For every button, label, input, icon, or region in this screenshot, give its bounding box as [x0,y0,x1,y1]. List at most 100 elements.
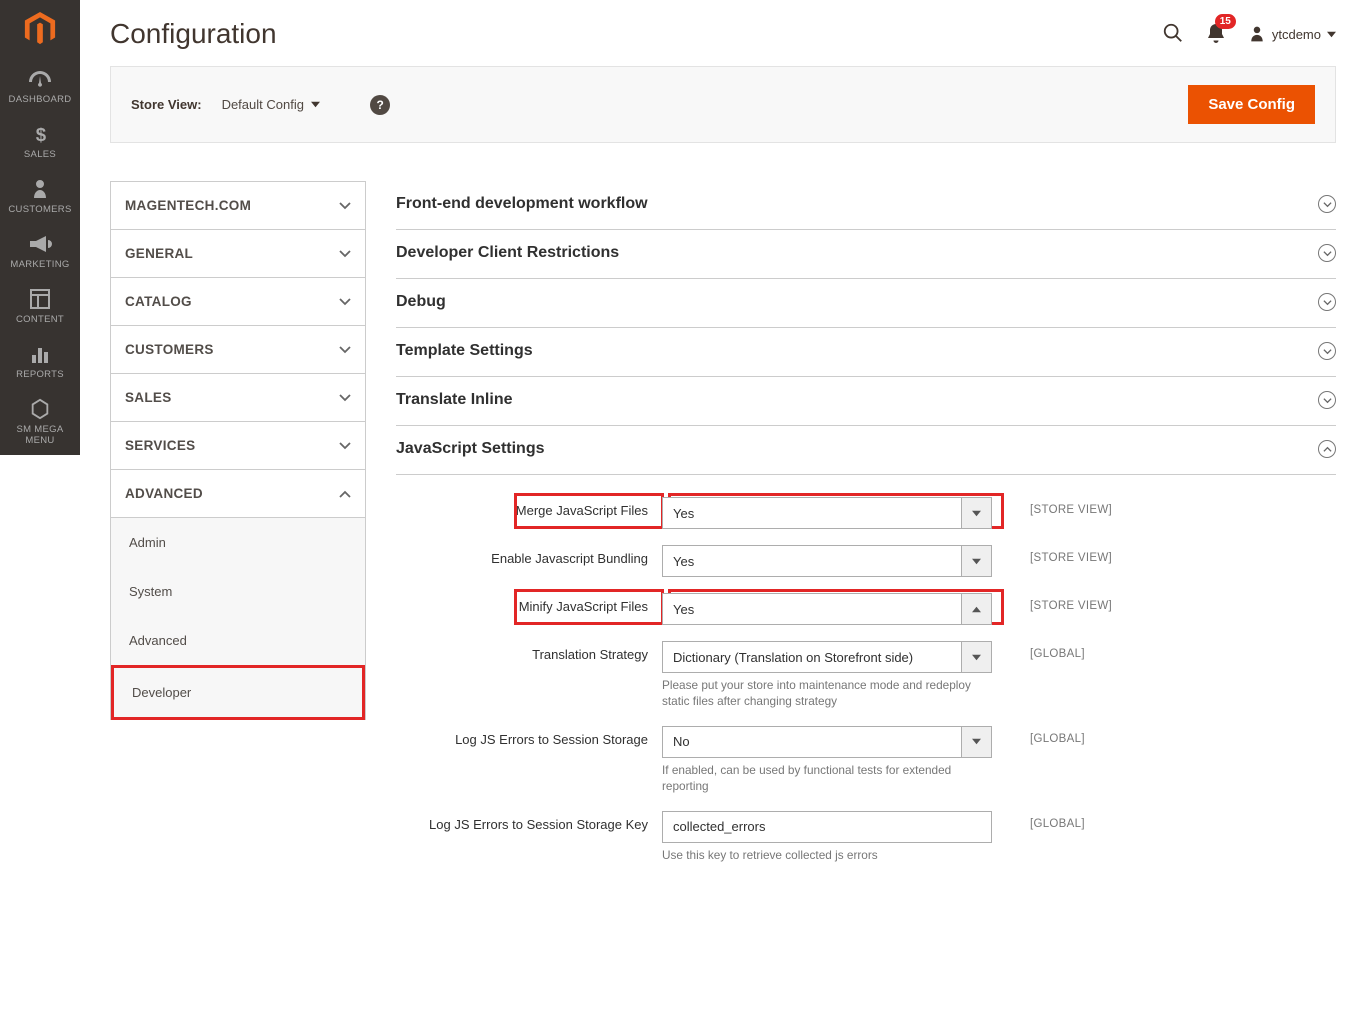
enable-bundling-select[interactable]: Yes [662,545,992,577]
notifications-button[interactable]: 15 [1206,22,1226,47]
log-js-errors-key-input-wrap [662,811,992,843]
chevron-down-icon [339,392,351,404]
admin-sidebar: DASHBOARD $ SALES CUSTOMERS MARKETING CO… [0,0,80,455]
magento-logo[interactable] [0,0,80,58]
select-value: Dictionary (Translation on Storefront si… [673,650,913,665]
nav-label: CUSTOMERS [0,204,80,215]
tab-label: ADVANCED [125,486,203,501]
tab-catalog[interactable]: CATALOG [111,278,365,326]
tab-customers[interactable]: CUSTOMERS [111,326,365,374]
section-title: Front-end development workflow [396,195,648,213]
nav-sales[interactable]: $ SALES [0,113,80,168]
user-icon [1248,25,1266,43]
section-template-settings[interactable]: Template Settings [396,328,1336,377]
nav-content[interactable]: CONTENT [0,278,80,333]
dropdown-icon [961,498,991,528]
nav-label: SM MEGAMENU [0,424,80,446]
dropdown-icon [961,546,991,576]
bars-icon [0,343,80,365]
tab-advanced[interactable]: ADVANCED [111,470,365,518]
storeview-switcher[interactable]: Default Config [222,97,321,112]
storeview-bar: Store View: Default Config ? Save Config [110,66,1336,143]
section-title: Developer Client Restrictions [396,244,619,262]
subtab-system[interactable]: System [111,567,365,616]
field-label: Translation Strategy [396,641,662,662]
nav-marketing[interactable]: MARKETING [0,223,80,278]
field-note: Please put your store into maintenance m… [662,678,992,710]
scope-label: [GLOBAL] [992,726,1085,745]
log-js-errors-key-input[interactable] [673,819,981,834]
nav-dashboard[interactable]: DASHBOARD [0,58,80,113]
scope-label: [GLOBAL] [992,811,1085,830]
section-translate-inline[interactable]: Translate Inline [396,377,1336,426]
chevron-up-icon [339,488,351,500]
search-icon [1162,22,1184,44]
person-icon [0,178,80,200]
nav-label: MARKETING [0,259,80,270]
tab-label: GENERAL [125,246,193,261]
nav-sm-mega-menu[interactable]: SM MEGAMENU [0,388,80,454]
tab-general[interactable]: GENERAL [111,230,365,278]
nav-label: REPORTS [0,369,80,380]
config-sections: Front-end development workflow Developer… [396,181,1336,880]
translation-strategy-select[interactable]: Dictionary (Translation on Storefront si… [662,641,992,673]
tab-magentech[interactable]: MAGENTECH.COM [111,182,365,230]
subtab-advanced[interactable]: Advanced [111,616,365,665]
main: Configuration 15 ytcdemo Store View: Def… [80,0,1366,880]
field-label: Merge JavaScript Files [396,497,662,518]
storeview-help[interactable]: ? [370,95,390,115]
tab-label: SERVICES [125,438,195,453]
section-title: JavaScript Settings [396,440,545,458]
chevron-down-icon [339,248,351,260]
section-client-restrictions[interactable]: Developer Client Restrictions [396,230,1336,279]
merge-js-select[interactable]: Yes [662,497,992,529]
page-title: Configuration [110,18,277,50]
expand-icon [1318,391,1336,409]
chevron-down-icon [339,200,351,212]
storeview-label: Store View: [131,97,202,112]
section-javascript-settings[interactable]: JavaScript Settings [396,426,1336,475]
field-note: Use this key to retrieve collected js er… [662,848,992,864]
row-log-js-errors: Log JS Errors to Session Storage No If e… [396,726,1336,795]
row-merge-js: Merge JavaScript Files Yes [STORE VIEW] [396,497,1336,529]
row-translation-strategy: Translation Strategy Dictionary (Transla… [396,641,1336,710]
subtab-developer[interactable]: Developer [111,665,365,720]
hexagon-icon [0,398,80,420]
tab-label: CATALOG [125,294,192,309]
dropdown-icon [961,594,991,624]
dropdown-icon [961,642,991,672]
field-label: Minify JavaScript Files [396,593,662,614]
select-value: Yes [673,602,694,617]
section-frontend-workflow[interactable]: Front-end development workflow [396,181,1336,230]
scope-label: [STORE VIEW] [992,545,1112,564]
expand-icon [1318,293,1336,311]
minify-js-select[interactable]: Yes [662,593,992,625]
search-button[interactable] [1162,22,1184,47]
field-label: Log JS Errors to Session Storage [396,726,662,747]
tab-label: MAGENTECH.COM [125,198,251,213]
nav-customers[interactable]: CUSTOMERS [0,168,80,223]
tab-label: CUSTOMERS [125,342,214,357]
select-value: Yes [673,506,694,521]
tab-sales[interactable]: SALES [111,374,365,422]
scope-label: [GLOBAL] [992,641,1085,660]
section-title: Debug [396,293,446,311]
log-js-errors-select[interactable]: No [662,726,992,758]
save-config-button[interactable]: Save Config [1188,85,1315,124]
row-log-js-errors-key: Log JS Errors to Session Storage Key Use… [396,811,1336,864]
tab-services[interactable]: SERVICES [111,422,365,470]
subtab-admin[interactable]: Admin [111,518,365,567]
chevron-down-icon [1327,30,1336,39]
chevron-down-icon [311,100,320,109]
section-debug[interactable]: Debug [396,279,1336,328]
user-menu[interactable]: ytcdemo [1248,25,1336,43]
expand-icon [1318,244,1336,262]
scope-label: [STORE VIEW] [992,497,1112,516]
chevron-down-icon [339,344,351,356]
expand-icon [1318,342,1336,360]
tab-label: SALES [125,390,172,405]
gauge-icon [0,68,80,90]
nav-reports[interactable]: REPORTS [0,333,80,388]
storeview-value: Default Config [222,97,304,112]
field-label: Enable Javascript Bundling [396,545,662,566]
